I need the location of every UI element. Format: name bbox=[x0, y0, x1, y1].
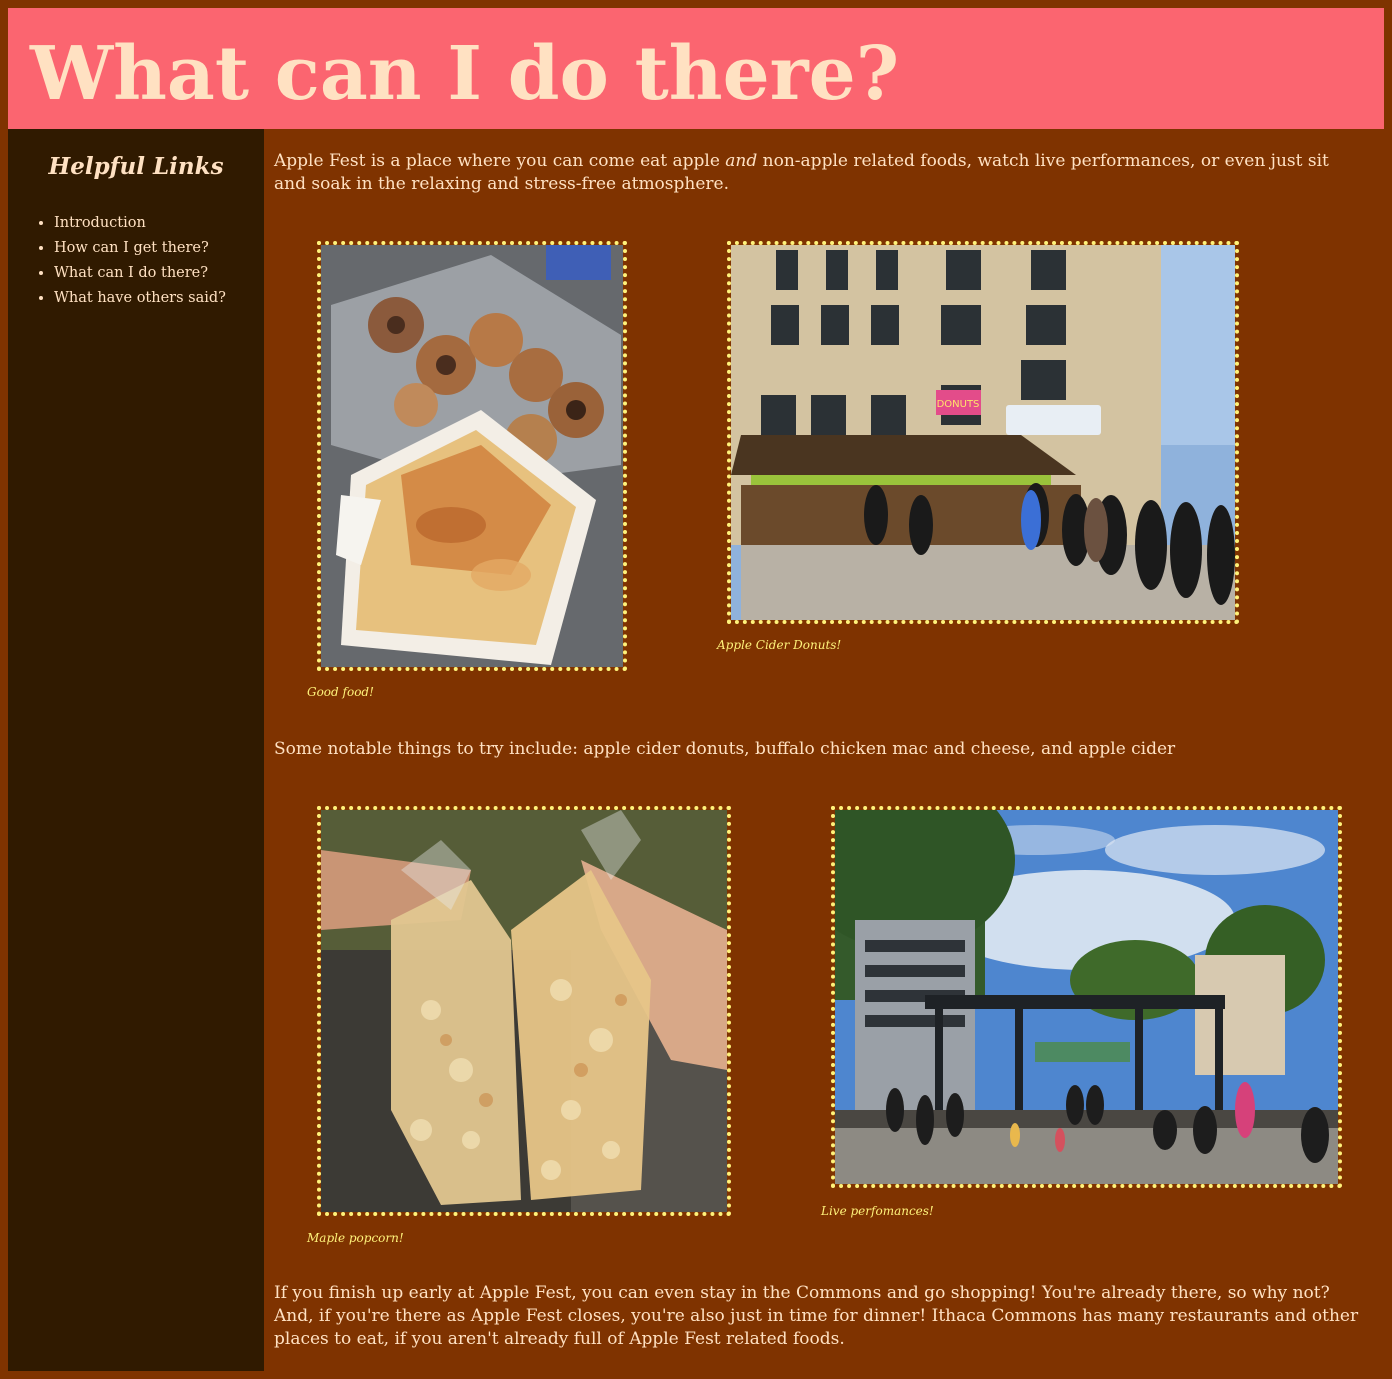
intro-paragraph: Apple Fest is a place where you can come… bbox=[274, 150, 1364, 196]
what-have-others-said-link[interactable]: What have others said? bbox=[54, 290, 226, 306]
performance-caption: Live perfomances! bbox=[821, 1204, 934, 1218]
sidebar-link-list: Introduction How can I get there? What c… bbox=[36, 211, 226, 311]
donut-stand-photo-image: DONUTS bbox=[731, 245, 1235, 620]
how-can-i-get-there-link[interactable]: How can I get there? bbox=[54, 240, 209, 256]
food-photo-caption: Good food! bbox=[307, 685, 374, 699]
sidebar-item-what-to-do: What can I do there? bbox=[54, 261, 226, 286]
intro-emphasis: and bbox=[725, 151, 758, 171]
food-photo-image bbox=[321, 245, 623, 667]
page-header: What can I do there? bbox=[8, 8, 1384, 129]
sidebar-item-how-to-get-there: How can I get there? bbox=[54, 236, 226, 261]
notable-paragraph: Some notable things to try include: appl… bbox=[274, 739, 1176, 759]
what-can-i-do-there-link[interactable]: What can I do there? bbox=[54, 265, 208, 281]
popcorn-photo-image bbox=[321, 810, 727, 1212]
intro-text-start: Apple Fest is a place where you can come… bbox=[274, 151, 726, 171]
performance-photo bbox=[831, 806, 1342, 1188]
food-photo bbox=[317, 241, 627, 671]
sidebar-item-introduction: Introduction bbox=[54, 211, 226, 236]
introduction-link[interactable]: Introduction bbox=[54, 215, 146, 231]
donut-stand-caption: Apple Cider Donuts! bbox=[717, 638, 842, 652]
donut-stand-photo: DONUTS bbox=[727, 241, 1239, 624]
donuts-sign-text: DONUTS bbox=[937, 399, 980, 410]
popcorn-caption: Maple popcorn! bbox=[307, 1231, 404, 1245]
sidebar: Helpful Links Introduction How can I get… bbox=[8, 129, 264, 1371]
page-title: What can I do there? bbox=[30, 31, 900, 117]
sidebar-heading: Helpful Links bbox=[48, 153, 224, 180]
performance-photo-image bbox=[835, 810, 1338, 1184]
closing-paragraph: If you finish up early at Apple Fest, yo… bbox=[274, 1283, 1359, 1349]
popcorn-photo bbox=[317, 806, 731, 1216]
sidebar-item-what-others-said: What have others said? bbox=[54, 286, 226, 311]
